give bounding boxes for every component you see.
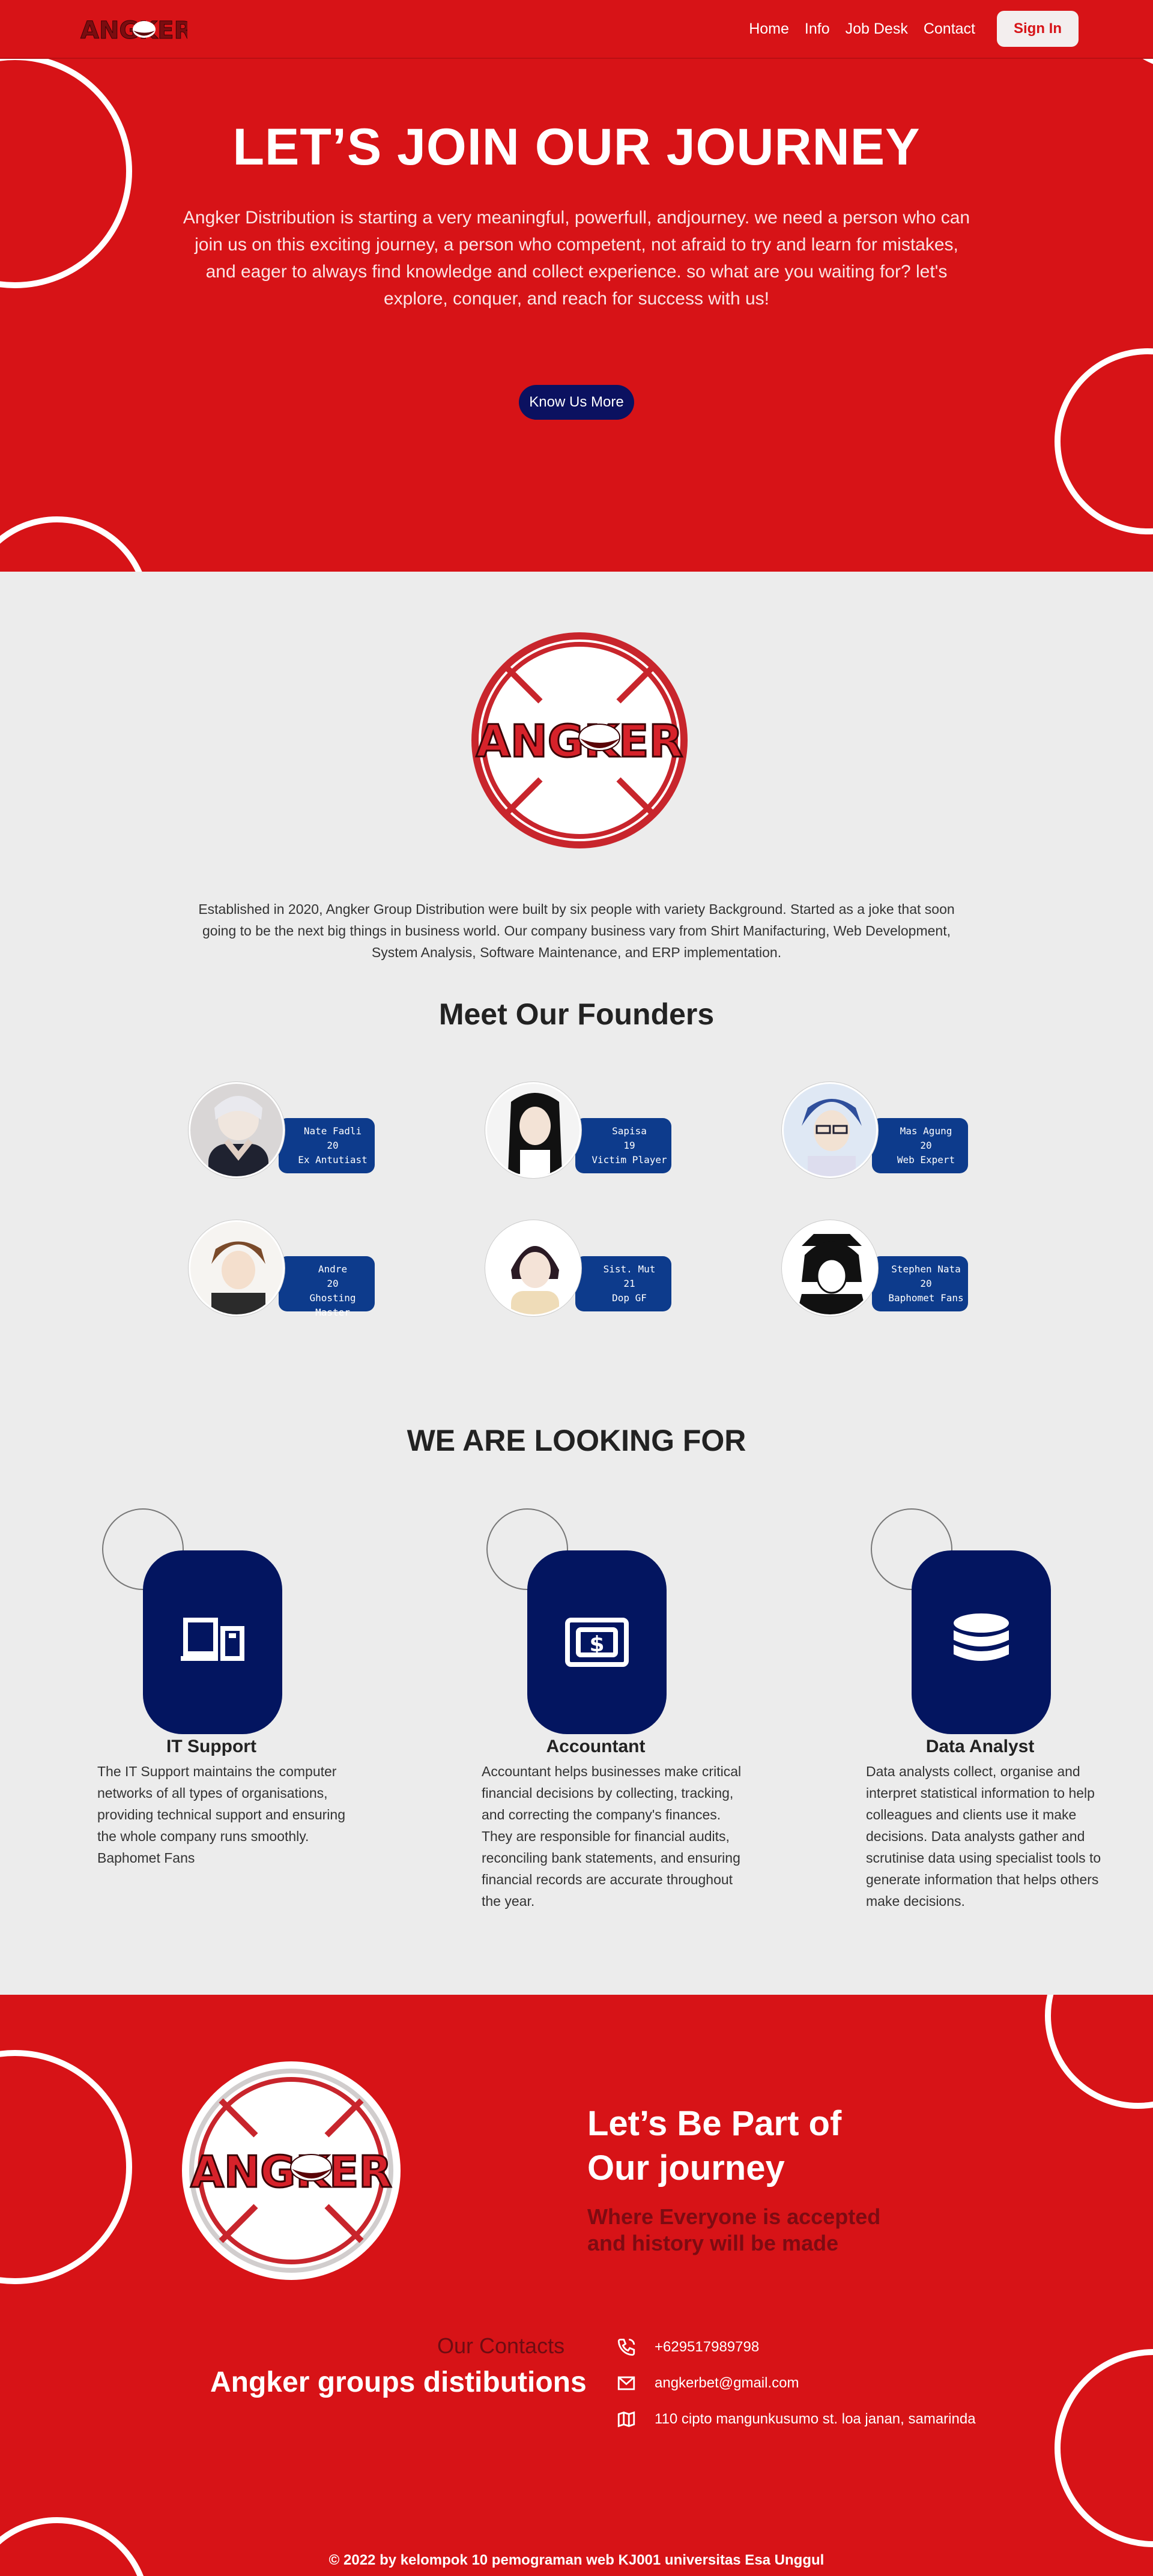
- founder-card: Andre 20 Ghosting Master: [189, 1220, 375, 1318]
- founder-info: Mas Agung 20 Web Expert: [872, 1118, 968, 1173]
- nav-link-job-desk[interactable]: Job Desk: [846, 20, 908, 38]
- founder-name: Stephen Nata: [891, 1263, 961, 1275]
- nav-link-home[interactable]: Home: [749, 20, 789, 38]
- founder-card: Stephen Nata 20 Baphomet Fans: [782, 1220, 968, 1316]
- founder-avatar: [485, 1082, 581, 1178]
- devices-icon: [143, 1550, 282, 1734]
- decor-ring: [0, 516, 150, 572]
- contact-email[interactable]: angkerbet@gmail.com: [616, 2373, 799, 2393]
- decor-ring: [1055, 348, 1153, 534]
- map-icon: [617, 2411, 635, 2428]
- founder-info: Andre 20 Ghosting Master: [279, 1256, 375, 1318]
- decor-ring: [1045, 1995, 1153, 2109]
- founder-name: Nate Fadli: [303, 1125, 362, 1137]
- navbar: ANGKER Home Info Job Desk Contact Sign I…: [0, 0, 1153, 59]
- founder-card: Nate Fadli 20 Ex Antutiast: [189, 1082, 375, 1178]
- cta-sub-line: and history will be made: [587, 2231, 839, 2255]
- founders-heading: Meet Our Founders: [438, 997, 715, 1031]
- founder-name: Sapisa: [612, 1125, 647, 1137]
- founder-role: Web Expert: [897, 1154, 955, 1166]
- sign-in-button[interactable]: Sign In: [997, 11, 1079, 47]
- hero-section: LET’S JOIN OUR JOURNEY Angker Distributi…: [0, 0, 1153, 572]
- founder-age: 20: [920, 1140, 932, 1151]
- founder-role: Ghosting Master: [309, 1292, 356, 1318]
- decor-ring: [0, 2050, 132, 2284]
- founder-role: Victim Player: [592, 1154, 667, 1166]
- cta-subheading: Where Everyone is accepted and history w…: [587, 2204, 880, 2257]
- our-contacts-label: Our Contacts: [437, 2333, 565, 2358]
- nav-menu: Home Info Job Desk Contact: [749, 20, 975, 38]
- email-text: angkerbet@gmail.com: [655, 2375, 799, 2391]
- founder-role: Ex Antutiast: [298, 1154, 368, 1166]
- hero-text: Angker Distribution is starting a very m…: [183, 208, 970, 309]
- hero-title: LET’S JOIN OUR JOURNEY: [232, 118, 921, 176]
- cta-sub-line: Where Everyone is accepted: [587, 2204, 881, 2229]
- jobs-heading: WE ARE LOOKING FOR: [407, 1424, 746, 1457]
- founder-avatar: [782, 1082, 878, 1178]
- founder-info: Nate Fadli 20 Ex Antutiast: [279, 1118, 375, 1173]
- cash-icon: $: [527, 1550, 667, 1734]
- address-text: 110 cipto mangunkusumo st. loa janan, sa…: [655, 2411, 976, 2427]
- job-title: Data Analyst: [925, 1737, 1035, 1756]
- job-description: Accountant helps businesses make critica…: [482, 1764, 742, 1909]
- database-icon: [912, 1550, 1051, 1734]
- cta-line: Our journey: [587, 2148, 785, 2187]
- job-title: IT Support: [166, 1737, 256, 1756]
- founder-avatar: [782, 1220, 878, 1316]
- job-description: The IT Support maintains the computer ne…: [97, 1764, 345, 1866]
- decor-ring: [1055, 2349, 1153, 2547]
- founder-card: Mas Agung 20 Web Expert: [782, 1082, 968, 1178]
- job-description: Data analysts collect, organise and inte…: [866, 1764, 1101, 1909]
- founder-name: Andre: [318, 1263, 348, 1275]
- know-us-more-button[interactable]: Know Us More: [519, 385, 634, 420]
- footer-logo: ANGKER: [180, 2060, 402, 2285]
- nav-link-contact[interactable]: Contact: [924, 20, 975, 38]
- footer-section: [0, 1995, 1153, 2576]
- cta-heading: Let’s Be Part of Our journey: [587, 2102, 841, 2191]
- cta-line: Let’s Be Part of: [587, 2104, 842, 2143]
- mail-icon: [617, 2376, 635, 2390]
- phone-text: +629517989798: [655, 2339, 760, 2355]
- founder-age: 20: [920, 1278, 932, 1289]
- founder-info: Stephen Nata 20 Baphomet Fans: [872, 1256, 968, 1311]
- founder-avatar: [485, 1220, 581, 1316]
- contact-address: 110 cipto mangunkusumo st. loa janan, sa…: [616, 2409, 976, 2429]
- founder-info: Sapisa 19 Victim Player: [575, 1118, 671, 1173]
- founder-info: Sist. Mut 21 Dop GF: [575, 1256, 671, 1311]
- nav-link-info[interactable]: Info: [805, 20, 830, 38]
- founder-card: Sapisa 19 Victim Player: [485, 1082, 671, 1178]
- phone-icon: [617, 2338, 635, 2356]
- nav-logo[interactable]: ANGKER: [79, 14, 193, 47]
- founder-age: 19: [623, 1140, 635, 1151]
- about-text: Established in 2020, Angker Group Distri…: [198, 901, 955, 960]
- founder-age: 20: [327, 1278, 339, 1289]
- founder-role: Dop GF: [612, 1292, 647, 1304]
- company-name: Angker groups distibutions: [210, 2366, 587, 2398]
- founder-name: Sist. Mut: [603, 1263, 656, 1275]
- contact-phone[interactable]: +629517989798: [616, 2337, 759, 2357]
- founder-avatar: [189, 1082, 285, 1178]
- founder-role: Baphomet Fans: [888, 1292, 964, 1304]
- founder-avatar: [189, 1220, 285, 1316]
- founder-card: Sist. Mut 21 Dop GF: [485, 1220, 671, 1316]
- svg-text:$: $: [589, 1632, 604, 1657]
- founder-age: 20: [327, 1140, 339, 1151]
- founder-age: 21: [623, 1278, 635, 1289]
- job-title: Accountant: [546, 1737, 646, 1756]
- founder-name: Mas Agung: [900, 1125, 952, 1137]
- copyright: © 2022 by kelompok 10 pemograman web KJ0…: [328, 2552, 825, 2568]
- company-logo: ANGKER: [468, 629, 691, 854]
